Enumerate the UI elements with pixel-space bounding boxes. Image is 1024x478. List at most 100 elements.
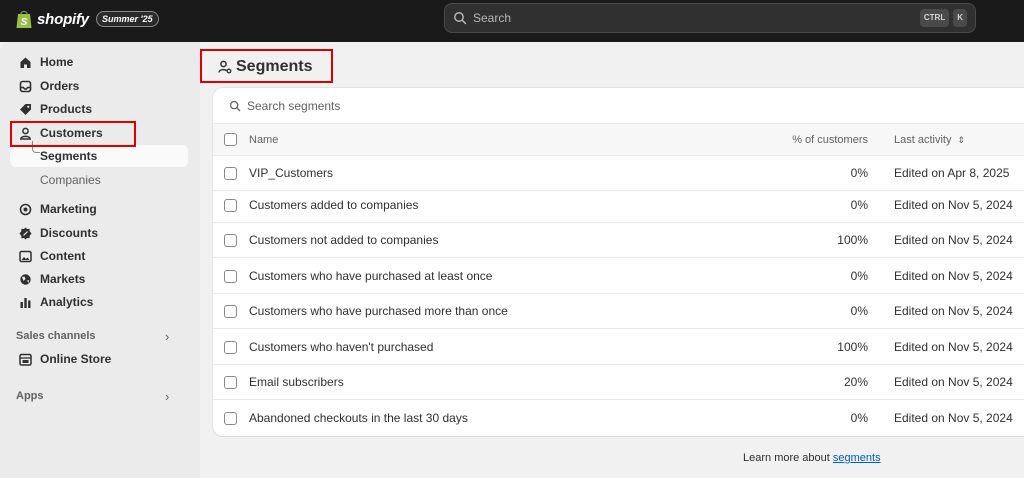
shopify-bag-icon: S [16,10,32,28]
sidebar-item-label: Analytics [40,295,94,309]
tag-icon [18,102,32,116]
table-row[interactable]: Customers who haven't purchased 100% Edi… [213,330,1024,365]
sidebar-subitem-label: Segments [40,149,98,163]
table-row[interactable]: Abandoned checkouts in the last 30 days … [213,401,1024,436]
sidebar-item-label: Online Store [40,352,112,366]
search-icon [454,12,467,25]
row-checkbox[interactable] [224,376,237,389]
sidebar-item-markets[interactable]: Markets [10,268,188,290]
sort-icon[interactable]: ⇕ [958,135,966,145]
segment-last-activity: Edited on Nov 5, 2024 [894,269,1013,283]
customers-highlight-box [10,121,136,147]
sidebar-item-label: Orders [40,79,80,93]
row-checkbox[interactable] [224,270,237,283]
segment-last-activity: Edited on Apr 8, 2025 [894,166,1010,180]
sidebar-subitem-companies[interactable]: Companies [10,169,188,191]
sidebar-item-orders[interactable]: Orders [10,75,188,97]
row-checkbox[interactable] [224,305,237,318]
segment-percent: 0% [850,269,868,283]
column-header-label: Last activity [894,134,952,146]
segment-name[interactable]: Customers not added to companies [249,233,438,247]
search-placeholder: Search segments [247,98,341,113]
discount-icon [18,226,32,240]
person-segment-icon [218,60,232,74]
sidebar-item-home[interactable]: Home [10,51,188,73]
shortcut-key-k: K [953,9,967,27]
sidebar-subitem-segments[interactable]: Segments [10,141,188,167]
shopify-logo[interactable]: S shopify Summer '25 [15,9,159,29]
table-row[interactable]: Email subscribers 20% Edited on Nov 5, 2… [213,365,1024,400]
sidebar-item-analytics[interactable]: Analytics [10,291,188,313]
segment-percent: 0% [850,411,868,425]
chevron-right-icon[interactable]: › [165,389,169,404]
table-row[interactable]: Customers who have purchased at least on… [213,259,1024,294]
apps-heading: Apps [16,390,44,402]
column-header-last-activity[interactable]: Last activity ⇕ [894,134,965,146]
sidebar-item-label: Marketing [40,202,97,216]
global-search-input[interactable]: Search CTRL K [444,3,976,33]
segments-card: Search segments Name % of customers Last… [213,88,1024,436]
sidebar-subitem-label: Companies [40,173,101,187]
sidebar-item-discounts[interactable]: Discounts [10,222,188,244]
segment-last-activity: Edited on Nov 5, 2024 [894,304,1013,318]
segment-last-activity: Edited on Nov 5, 2024 [894,411,1013,425]
segment-name[interactable]: Email subscribers [249,375,344,389]
segment-last-activity: Edited on Nov 5, 2024 [894,198,1013,212]
row-checkbox[interactable] [224,412,237,425]
segment-name[interactable]: Customers who have purchased more than o… [249,304,508,318]
brand-name: shopify [37,10,89,28]
learn-more-text: Learn more about [743,452,830,464]
segment-percent: 0% [850,304,868,318]
sales-channels-heading: Sales channels [16,330,96,342]
chevron-right-icon[interactable]: › [165,329,169,344]
sidebar-item-label: Content [40,249,86,263]
sidebar: Home Orders Products Customers Segments … [0,42,200,478]
table-row[interactable]: VIP_Customers 0% Edited on Apr 8, 2025 [213,156,1024,191]
image-icon [18,249,32,263]
sidebar-item-label: Products [40,102,93,116]
shortcut-key-ctrl: CTRL [919,9,950,27]
segment-last-activity: Edited on Nov 5, 2024 [894,340,1013,354]
top-bar: S shopify Summer '25 Search CTRL K [0,0,1024,42]
select-all-checkbox[interactable] [224,133,237,146]
row-checkbox[interactable] [224,199,237,212]
column-header-name[interactable]: Name [249,134,278,146]
row-checkbox[interactable] [224,234,237,247]
row-checkbox[interactable] [224,167,237,180]
sidebar-item-label: Discounts [40,226,99,240]
sidebar-item-marketing[interactable]: Marketing [10,198,188,220]
table-header: Name % of customers Last activity ⇕ [213,124,1024,156]
segment-percent: 20% [843,375,868,389]
segment-last-activity: Edited on Nov 5, 2024 [894,233,1013,247]
segment-name[interactable]: Abandoned checkouts in the last 30 days [249,411,468,425]
segment-name[interactable]: Customers who have purchased at least on… [249,269,492,283]
page-title: Segments [218,58,312,76]
table-row[interactable]: Customers added to companies 0% Edited o… [213,188,1024,223]
search-icon [229,100,241,111]
sidebar-item-products[interactable]: Products [10,98,188,120]
inbox-icon [18,79,32,93]
home-icon [18,55,32,69]
segment-name[interactable]: VIP_Customers [249,166,333,180]
bar-chart-icon [18,295,32,309]
segment-name[interactable]: Customers who haven't purchased [249,340,433,354]
sidebar-item-label: Markets [40,272,86,286]
svg-text:S: S [21,17,28,28]
sidebar-item-label: Home [40,55,74,69]
segment-search-input[interactable]: Search segments [213,88,1024,124]
segment-percent: 100% [837,340,868,354]
search-placeholder: Search [473,11,512,25]
row-checkbox[interactable] [224,341,237,354]
edition-badge[interactable]: Summer '25 [95,11,159,27]
sidebar-item-online-store[interactable]: Online Store [10,348,188,370]
column-header-percent[interactable]: % of customers [792,134,868,146]
target-icon [18,202,32,216]
page-title-text: Segments [236,58,313,75]
segment-name[interactable]: Customers added to companies [249,198,418,212]
segments-help-link[interactable]: segments [833,452,881,464]
globe-icon [18,272,32,286]
sidebar-item-content[interactable]: Content [10,245,188,267]
table-row[interactable]: Customers who have purchased more than o… [213,294,1024,329]
segment-last-activity: Edited on Nov 5, 2024 [894,375,1013,389]
table-row[interactable]: Customers not added to companies 100% Ed… [213,223,1024,258]
